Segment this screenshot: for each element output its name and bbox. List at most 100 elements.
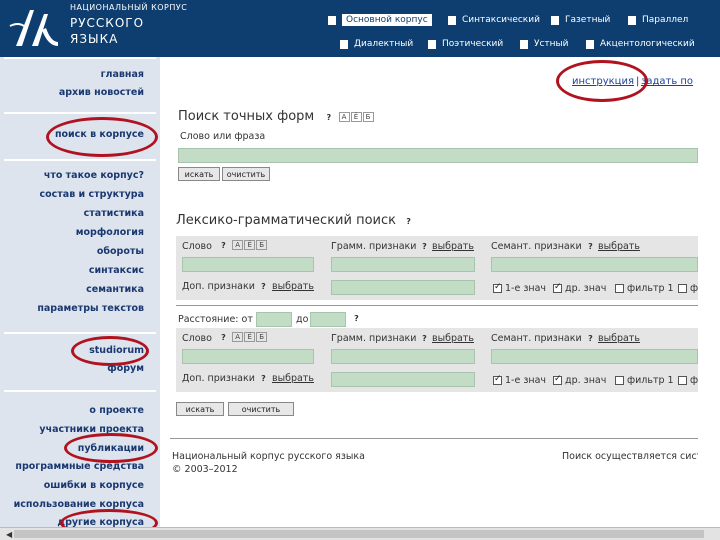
keyboard-badge-yo[interactable]: Ё — [244, 240, 256, 250]
checkbox[interactable] — [678, 284, 687, 293]
corpus-spoken[interactable]: Устный — [520, 36, 569, 52]
extra-1-input[interactable] — [331, 280, 475, 295]
word-2-input[interactable] — [182, 349, 314, 364]
nav-item-text-parameters[interactable]: параметры текстов — [37, 303, 144, 314]
nav-item-news-archive[interactable]: архив новостей — [59, 87, 144, 98]
help-icon[interactable]: ? — [259, 282, 268, 291]
corpus-syntactic[interactable]: Синтаксический — [448, 12, 540, 28]
check-filter-2[interactable]: ф — [678, 283, 698, 294]
corpus-accent[interactable]: Акцентологический — [586, 36, 695, 52]
word-1-input[interactable] — [182, 257, 314, 272]
nav-item-constructions[interactable]: обороты — [97, 246, 144, 257]
nav-item-semantics[interactable]: семантика — [86, 284, 144, 295]
nav-item-errors[interactable]: ошибки в корпусе — [44, 480, 144, 491]
help-icon[interactable]: ? — [219, 333, 228, 342]
check-filter-1[interactable]: фильтр 1 — [615, 283, 674, 294]
gram-choose-link[interactable]: выбрать — [432, 333, 474, 344]
help-icon[interactable]: ? — [219, 241, 228, 250]
footer-divider — [170, 438, 698, 439]
corpus-newspaper[interactable]: Газетный — [551, 12, 610, 28]
check-filter-1[interactable]: фильтр 1 — [615, 375, 674, 386]
help-icon[interactable]: ? — [259, 374, 268, 383]
help-icon[interactable]: ? — [420, 334, 429, 343]
check-first-meaning[interactable]: 1-е знач — [493, 282, 546, 294]
help-icon[interactable]: ? — [324, 113, 333, 122]
keyboard-badge-yo[interactable]: Ё — [350, 111, 362, 122]
word-label: Слово — [182, 241, 212, 252]
check-other-meaning[interactable]: др. знач — [553, 282, 606, 294]
extra-label: Доп. признаки — [182, 373, 255, 384]
ask-question-link[interactable]: задать по — [641, 76, 693, 87]
nav-separator — [4, 159, 156, 161]
distance-label: Расстояние: от — [178, 314, 253, 325]
keyboard-badge-yo[interactable]: Ё — [244, 332, 256, 342]
nav-item-software[interactable]: программные средства — [15, 461, 144, 472]
keyboard-badge-a[interactable]: А — [232, 240, 244, 250]
gram-choose-link[interactable]: выбрать — [432, 241, 474, 252]
word-1-tools: ? АЁБ — [219, 240, 268, 251]
help-icon[interactable]: ? — [586, 334, 595, 343]
keyboard-badge-a[interactable]: А — [338, 111, 350, 122]
nav-item-statistics[interactable]: статистика — [84, 208, 144, 219]
check-first-meaning[interactable]: 1-е знач — [493, 374, 546, 386]
nav-separator — [4, 390, 156, 392]
extra-2-input[interactable] — [331, 372, 475, 387]
checkbox[interactable] — [553, 374, 562, 385]
help-icon[interactable]: ? — [420, 242, 429, 251]
checkbox[interactable] — [493, 282, 502, 293]
nav-item-what-is-corpus[interactable]: что такое корпус? — [44, 170, 144, 181]
sem-choose-link[interactable]: выбрать — [598, 241, 640, 252]
scrollbar-thumb[interactable] — [14, 530, 704, 538]
keyboard-badge-a[interactable]: А — [232, 332, 244, 342]
help-icon[interactable]: ? — [404, 217, 413, 226]
extra-choose-link[interactable]: выбрать — [272, 281, 314, 292]
footer-search-engine: Поиск осуществляется сист — [562, 451, 698, 462]
checkbox[interactable] — [615, 376, 624, 385]
distance-to-input[interactable] — [310, 312, 346, 327]
annotation-circle-corpus-search — [46, 117, 158, 157]
sem-label: Семант. признаки — [491, 241, 582, 252]
sem-choose-link[interactable]: выбрать — [598, 333, 640, 344]
nav-item-morphology[interactable]: морфология — [76, 227, 144, 238]
nav-item-home[interactable]: главная — [101, 69, 144, 80]
lexgram-search-button[interactable]: искать — [176, 402, 224, 416]
scroll-left-arrow-icon[interactable]: ◀ — [6, 530, 12, 539]
footer-copyright: © 2003–2012 — [172, 464, 238, 475]
nav-item-about[interactable]: о проекте — [89, 405, 144, 416]
exact-phrase-input[interactable] — [178, 148, 698, 163]
extra-choose-link[interactable]: выбрать — [272, 373, 314, 384]
help-icon[interactable]: ? — [352, 314, 361, 323]
corpus-dialect[interactable]: Диалектный — [340, 36, 413, 52]
corpus-icon — [551, 15, 559, 25]
logo-text-line2: РУССКОГО — [70, 16, 145, 30]
sem-1-input[interactable] — [491, 257, 698, 272]
distance-to-label: до — [296, 314, 309, 325]
ncrl-logo-icon[interactable] — [8, 4, 64, 54]
checkbox[interactable] — [678, 376, 687, 385]
gram-1-input[interactable] — [331, 257, 475, 272]
nav-item-composition[interactable]: состав и структура — [40, 189, 144, 200]
gram-2-input[interactable] — [331, 349, 475, 364]
exact-clear-button[interactable]: очистить — [222, 167, 270, 181]
help-icon[interactable]: ? — [586, 242, 595, 251]
nav-item-corpus-usage[interactable]: использование корпуса — [14, 499, 144, 510]
sem-2-input[interactable] — [491, 349, 698, 364]
lexgram-search-title: Лексико-грамматический поиск ? — [176, 213, 413, 228]
corpus-icon — [628, 15, 636, 25]
corpus-main[interactable]: Основной корпус — [328, 12, 432, 28]
checkbox[interactable] — [553, 282, 562, 293]
checkbox[interactable] — [615, 284, 624, 293]
distance-from-input[interactable] — [256, 312, 292, 327]
keyboard-badge-b[interactable]: Б — [256, 240, 268, 250]
keyboard-badge-b[interactable]: Б — [362, 111, 374, 122]
gram-label: Грамм. признаки — [331, 333, 417, 344]
lexgram-clear-button[interactable]: очистить — [228, 402, 294, 416]
nav-item-syntax[interactable]: синтаксис — [89, 265, 144, 276]
check-filter-2[interactable]: ф — [678, 375, 698, 386]
check-other-meaning[interactable]: др. знач — [553, 374, 606, 386]
checkbox[interactable] — [493, 374, 502, 385]
corpus-parallel[interactable]: Параллел — [628, 12, 688, 28]
keyboard-badge-b[interactable]: Б — [256, 332, 268, 342]
exact-search-button[interactable]: искать — [178, 167, 220, 181]
corpus-poetic[interactable]: Поэтический — [428, 36, 503, 52]
